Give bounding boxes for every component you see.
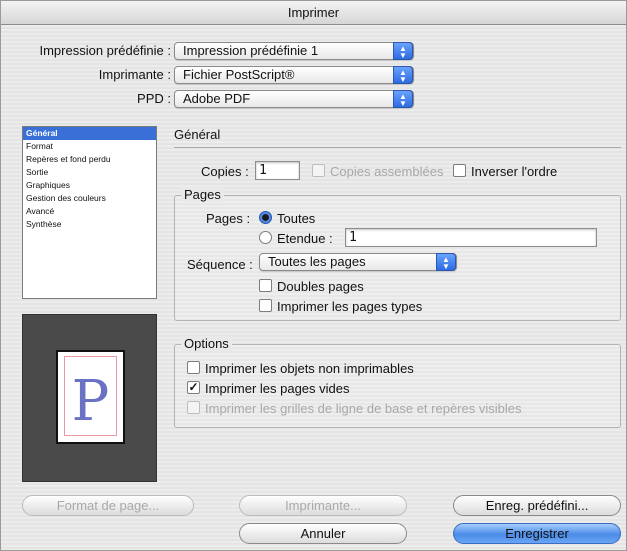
options-legend: Options xyxy=(181,336,232,351)
pages-label: Pages : xyxy=(206,211,251,226)
pages-all-label: Toutes xyxy=(277,211,316,226)
preset-popup[interactable]: Impression prédéfinie 1 ▲ ▼ xyxy=(174,42,414,60)
grids-checkbox[interactable] xyxy=(187,401,200,414)
copies-label: Copies : xyxy=(201,164,249,179)
popup-arrows-icon: ▲ ▼ xyxy=(393,66,413,84)
ppd-value: Adobe PDF xyxy=(183,91,251,106)
sequence-popup[interactable]: Toutes les pages ▲ ▼ xyxy=(259,253,457,271)
pages-range-radio[interactable] xyxy=(259,231,272,244)
sidebar-item-summary[interactable]: Synthèse xyxy=(23,218,156,231)
printer-popup[interactable]: Fichier PostScript® ▲ ▼ xyxy=(174,66,414,84)
preview-page: P xyxy=(56,350,125,444)
collate-checkbox[interactable] xyxy=(312,164,325,177)
ppd-label: PPD : xyxy=(137,91,171,106)
copies-field[interactable]: 1 xyxy=(255,161,300,180)
spreads-label: Doubles pages xyxy=(277,279,364,294)
popup-arrows-icon: ▲ ▼ xyxy=(436,253,456,271)
pages-range-field[interactable]: 1 xyxy=(345,228,597,247)
ppd-popup[interactable]: Adobe PDF ▲ ▼ xyxy=(174,90,414,108)
sidebar-item-color-management[interactable]: Gestion des couleurs xyxy=(23,192,156,205)
cancel-button[interactable]: Annuler xyxy=(239,523,407,544)
preset-value: Impression prédéfinie 1 xyxy=(183,43,319,58)
sidebar-item-advanced[interactable]: Avancé xyxy=(23,205,156,218)
page-preview: P xyxy=(22,314,157,482)
category-list: Général Format Repères et fond perdu Sor… xyxy=(22,126,157,299)
preview-letter: P xyxy=(71,369,110,434)
nonprinting-label: Imprimer les objets non imprimables xyxy=(205,361,414,376)
reverse-order-label: Inverser l'ordre xyxy=(471,164,558,179)
sidebar-item-graphics[interactable]: Graphiques xyxy=(23,179,156,192)
sequence-value: Toutes les pages xyxy=(268,254,366,269)
sequence-label: Séquence : xyxy=(187,257,253,272)
printer-value: Fichier PostScript® xyxy=(183,67,295,82)
sidebar-item-general[interactable]: Général xyxy=(23,127,156,140)
pages-range-label: Etendue : xyxy=(277,231,333,246)
save-button[interactable]: Enregistrer xyxy=(453,523,621,544)
grids-label: Imprimer les grilles de ligne de base et… xyxy=(205,401,522,416)
popup-arrows-icon: ▲ ▼ xyxy=(393,90,413,108)
sidebar-item-format[interactable]: Format xyxy=(23,140,156,153)
spreads-checkbox[interactable] xyxy=(259,279,272,292)
section-title: Général xyxy=(174,127,221,142)
pages-all-radio[interactable] xyxy=(259,211,272,224)
sidebar-item-marks-bleed[interactable]: Repères et fond perdu xyxy=(23,153,156,166)
save-preset-button[interactable]: Enreg. prédéfini... xyxy=(453,495,621,516)
sidebar-item-output[interactable]: Sortie xyxy=(23,166,156,179)
popup-arrows-icon: ▲ ▼ xyxy=(393,42,413,60)
master-pages-checkbox[interactable] xyxy=(259,299,272,312)
printer-button[interactable]: Imprimante... xyxy=(239,495,407,516)
reverse-order-checkbox[interactable] xyxy=(453,164,466,177)
window-title: Imprimer xyxy=(1,1,626,25)
blank-pages-label: Imprimer les pages vides xyxy=(205,381,350,396)
section-divider xyxy=(174,147,621,148)
master-pages-label: Imprimer les pages types xyxy=(277,299,423,314)
printer-label: Imprimante : xyxy=(98,67,171,82)
blank-pages-checkbox[interactable]: ✓ xyxy=(187,381,200,394)
collate-label: Copies assemblées xyxy=(330,164,444,179)
pages-legend: Pages xyxy=(181,187,224,202)
page-setup-button[interactable]: Format de page... xyxy=(22,495,194,516)
print-dialog: Imprimer Impression prédéfinie : Impress… xyxy=(0,0,627,551)
nonprinting-checkbox[interactable] xyxy=(187,361,200,374)
preset-label: Impression prédéfinie : xyxy=(39,43,171,58)
